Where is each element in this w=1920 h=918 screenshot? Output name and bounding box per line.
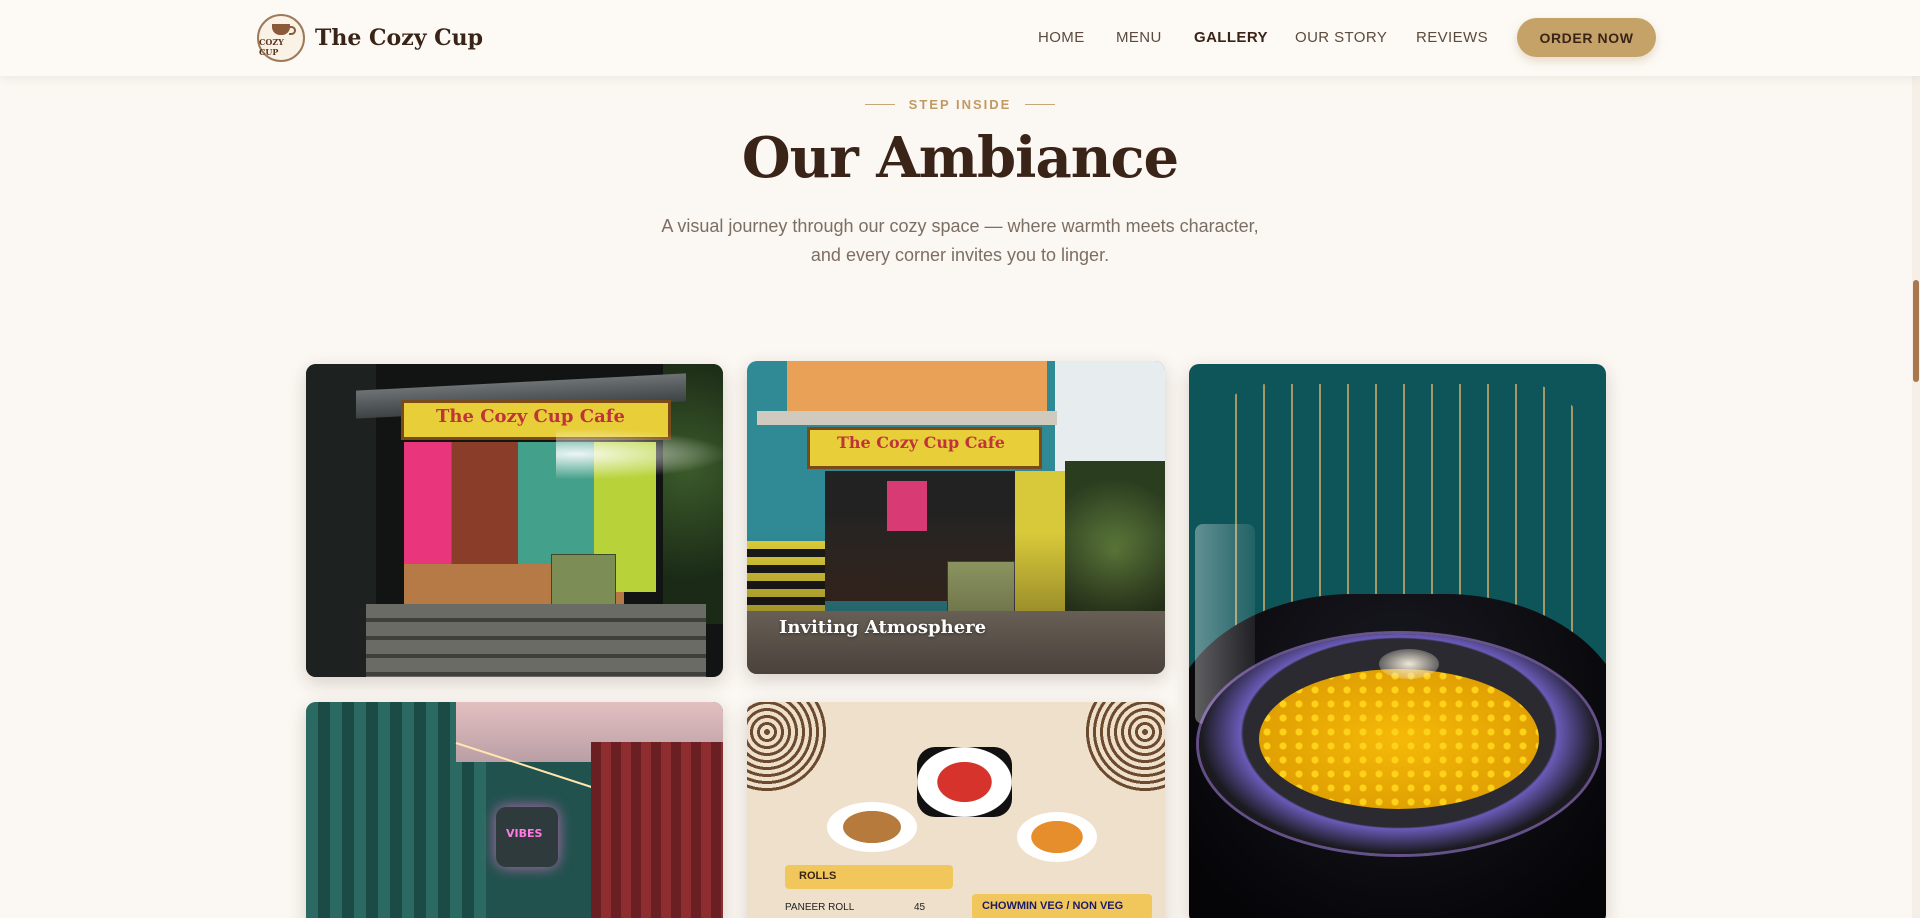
nav-link-menu[interactable]: MENU [1116,29,1162,46]
order-now-button[interactable]: ORDER NOW [1517,18,1656,57]
eyebrow-text: STEP INSIDE [908,97,1012,112]
gallery-photo-menu[interactable]: ROLLS PANEER ROLL 45 CHOWMIN VEG / NON V… [747,702,1165,918]
photo-counter [551,554,616,609]
gallery-caption: Inviting Atmosphere [779,617,987,638]
eyebrow-line-left [864,104,895,105]
menu-row-price: 45 [914,902,926,913]
scrollbar-track[interactable] [1912,0,1920,918]
photo-steps [366,604,706,677]
scrollbar-thumb[interactable] [1913,280,1919,382]
logo-text: COZY CUP [259,36,284,57]
photo-pink-wall [887,481,927,531]
photo-upper-floor [787,361,1047,411]
photo-mandala-right [1085,702,1165,792]
photo-signboard-text: The Cozy Cup Cafe [837,433,1005,452]
photo-food-plate [1017,812,1097,862]
nav-link-home[interactable]: HOME [1038,29,1085,46]
nav-link-reviews[interactable]: REVIEWS [1416,29,1488,46]
menu-section-label-2: CHOWMIN VEG / NON VEG [982,900,1124,912]
navbar: COZY CUP The Cozy Cup HOME MENU GALLERY … [0,0,1920,76]
section-subtitle: A visual journey through our cozy space … [661,216,1259,265]
photo-mandala-left [747,702,827,792]
caption-overlay [747,533,1165,674]
brand-name: The Cozy Cup [315,25,484,51]
gallery-photo-corn-bowl[interactable] [1189,364,1606,918]
nav-link-gallery[interactable]: GALLERY [1194,29,1268,46]
gallery-photo-night-storefront[interactable]: The Cozy Cup Cafe [306,364,723,677]
nav-link-our-story[interactable]: OUR STORY [1295,29,1387,46]
gallery-photo-interior[interactable]: VIBES [306,702,723,918]
gallery-photo-day-storefront[interactable]: The Cozy Cup Cafe Inviting Atmosphere [747,361,1165,674]
eyebrow-line-right [1025,104,1056,105]
photo-neon-text: VIBES [506,827,543,840]
photo-sweet-corn [1259,669,1539,809]
cafe-logo-icon: COZY CUP [257,14,305,62]
photo-roof [757,411,1057,425]
brand[interactable]: COZY CUP The Cozy Cup [257,14,483,62]
photo-seasoning [1379,649,1439,679]
eyebrow: STEP INSIDE [0,97,1920,112]
coffee-cup-icon [272,23,296,35]
photo-food-plate [917,747,1012,817]
photo-curtain [591,742,723,918]
menu-section-label: ROLLS [799,870,837,882]
photo-food-plate [827,802,917,852]
photo-trees [663,364,723,624]
menu-row-item: PANEER ROLL [785,902,855,913]
photo-light-flare [556,424,723,484]
section-title: Our Ambiance [741,125,1179,191]
